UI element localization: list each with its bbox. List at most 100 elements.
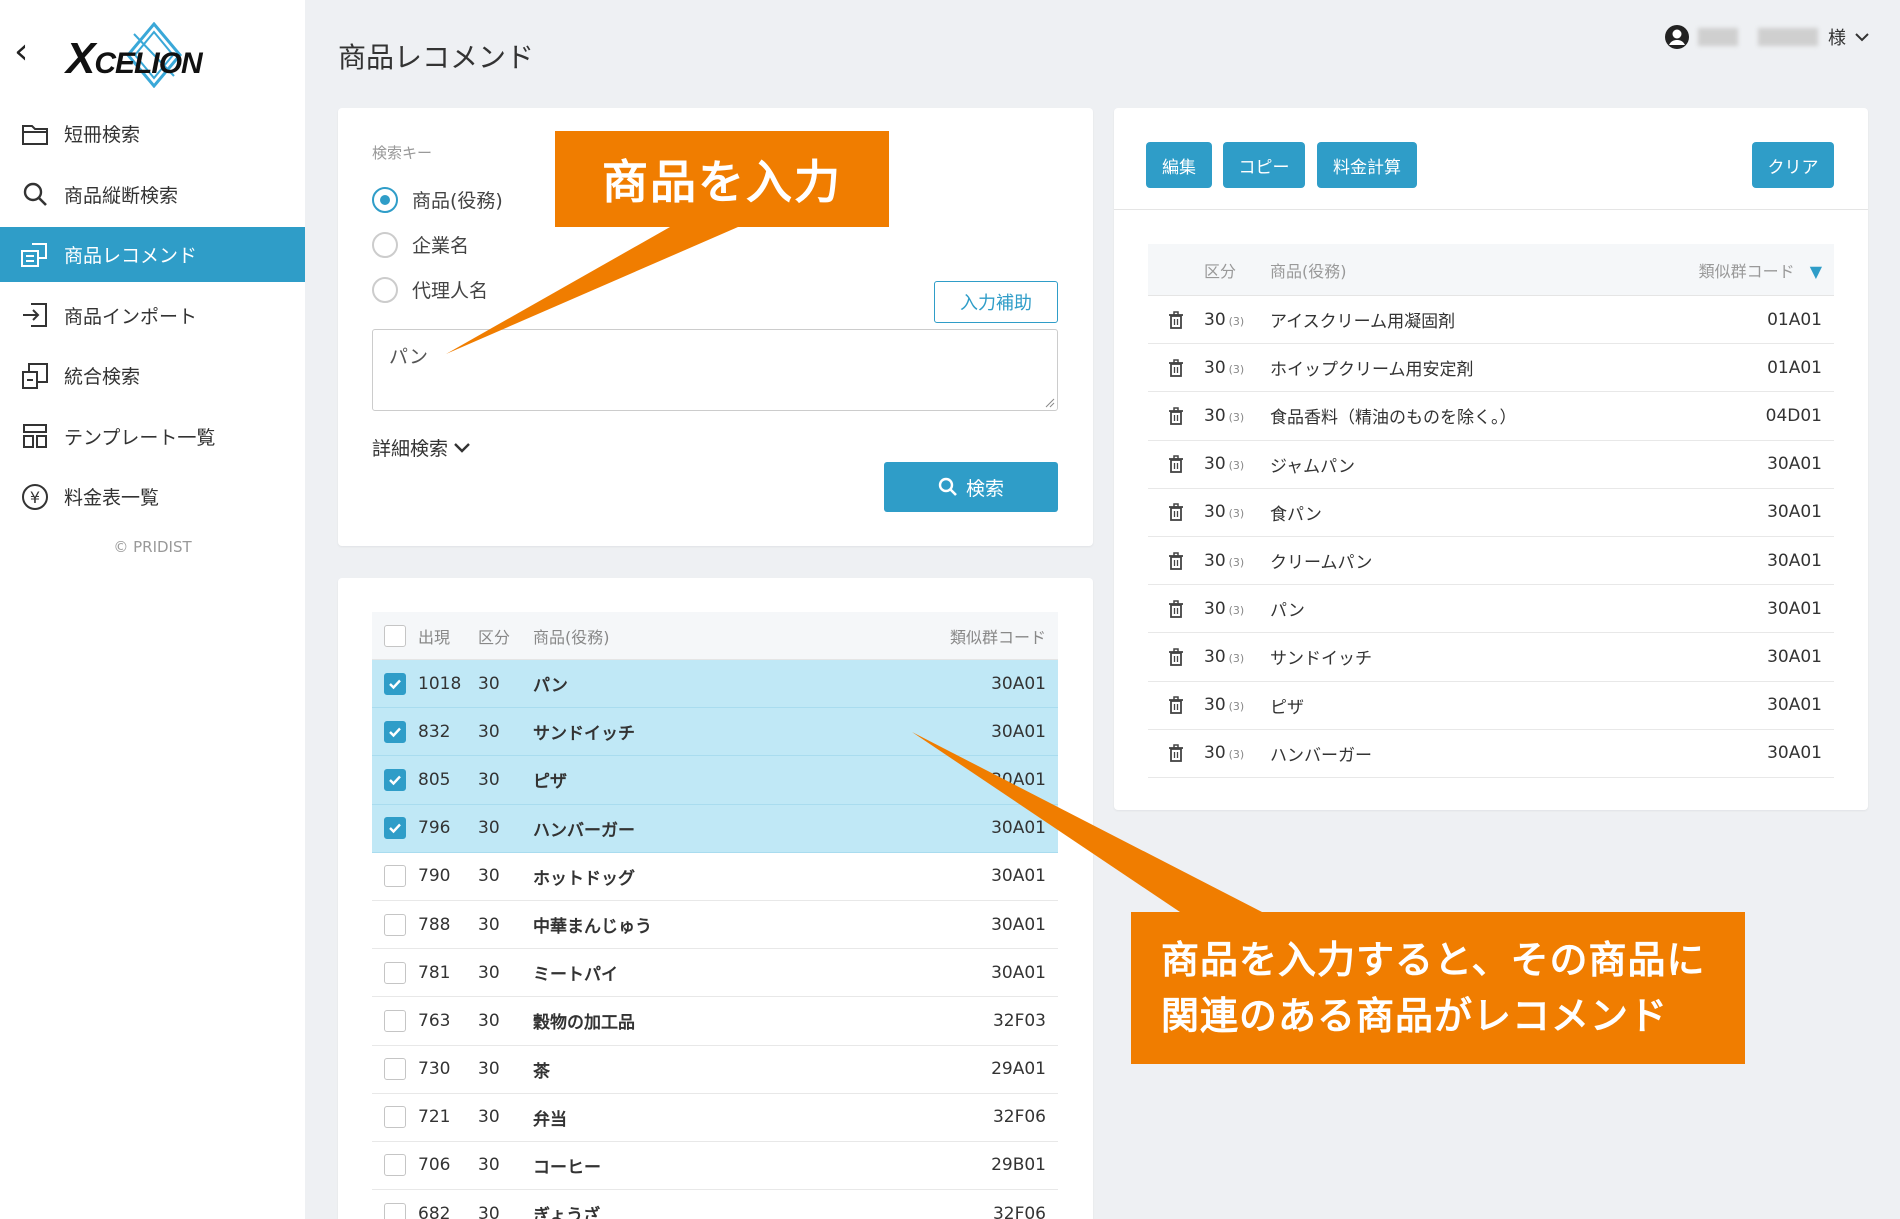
- row-checkbox[interactable]: [384, 1154, 406, 1177]
- row-kubun: 30 (3): [1204, 358, 1270, 378]
- callout-recommend-explanation: 商品を入力すると、その商品に 関連のある商品がレコメンド: [1131, 912, 1745, 1064]
- row-checkbox[interactable]: [384, 1202, 406, 1219]
- header-code: 類似群コード: [1698, 261, 1795, 281]
- row-kubun: 30: [478, 1010, 500, 1031]
- radio-company[interactable]: 企業名: [372, 231, 469, 258]
- sidebar-item-label: 商品レコメンド: [64, 245, 198, 267]
- header-code-sort[interactable]: 類似群コード ▼: [1674, 258, 1834, 282]
- search-input[interactable]: パン: [372, 329, 1058, 411]
- row-name: ピザ: [1270, 697, 1304, 718]
- row-code: 04D01: [1765, 405, 1822, 426]
- checkmark-icon: [389, 775, 401, 786]
- user-name-redacted: [1698, 28, 1738, 46]
- row-checkbox[interactable]: [384, 913, 406, 936]
- row-kubun-sub: (3): [1228, 555, 1245, 569]
- row-name: 食パン: [1270, 504, 1322, 525]
- xcelion-logo[interactable]: XCELION: [62, 22, 242, 88]
- table-row[interactable]: 730 30 茶 29A01: [372, 1046, 1058, 1094]
- table-row[interactable]: 832 30 サンドイッチ 30A01: [372, 708, 1058, 757]
- delete-row-button[interactable]: [1148, 407, 1204, 425]
- trash-icon: [1169, 744, 1183, 763]
- table-row[interactable]: 796 30 ハンバーガー 30A01: [372, 804, 1058, 853]
- row-checkbox[interactable]: [384, 1058, 406, 1081]
- table-row[interactable]: 805 30 ピザ 30A01: [372, 756, 1058, 805]
- row-code: 30A01: [991, 673, 1046, 694]
- callout-line: 商品を入力すると、その商品に: [1161, 938, 1706, 982]
- table-row[interactable]: 682 30 ぎょうざ 32F06: [372, 1190, 1058, 1219]
- row-code: 29B01: [991, 1155, 1046, 1176]
- clear-button[interactable]: クリア: [1752, 142, 1834, 188]
- sidebar-item-price-list[interactable]: ¥ 料金表一覧: [0, 469, 305, 524]
- user-menu[interactable]: 様: [1664, 24, 1870, 50]
- row-checkbox[interactable]: [384, 961, 406, 984]
- edit-button[interactable]: 編集: [1146, 142, 1212, 188]
- table-row[interactable]: 788 30 中華まんじゅう 30A01: [372, 901, 1058, 950]
- row-kubun: 30 (3): [1204, 743, 1270, 763]
- row-kubun: 30: [478, 962, 500, 983]
- sidebar-item-integrated-search[interactable]: 統合検索: [0, 348, 305, 403]
- delete-row-button[interactable]: [1148, 744, 1204, 763]
- sidebar-item-templates[interactable]: テンプレート一覧: [0, 409, 305, 464]
- table-row[interactable]: 1018 30 パン 30A01: [372, 660, 1058, 709]
- header-code: 類似群コード: [949, 627, 1046, 647]
- radio-agent[interactable]: 代理人名: [372, 276, 488, 303]
- detail-search-label: 詳細検索: [372, 438, 449, 460]
- table-row[interactable]: 790 30 ホットドッグ 30A01: [372, 853, 1058, 901]
- row-checkbox[interactable]: [384, 720, 406, 743]
- results-table-header: 出現 区分 商品(役務) 類似群コード: [372, 612, 1058, 660]
- row-kubun: 30: [478, 769, 500, 790]
- sidebar-item-import[interactable]: 商品インポート: [0, 288, 305, 343]
- callout-line: 関連のある商品がレコメンド: [1161, 994, 1669, 1038]
- row-code: 30A01: [1767, 454, 1822, 475]
- delete-row-button[interactable]: [1148, 696, 1204, 714]
- back-chevron-icon[interactable]: ‹: [14, 32, 44, 72]
- sidebar-item-cross-search[interactable]: 商品縦断検索: [0, 167, 305, 222]
- row-checkbox[interactable]: [384, 672, 406, 695]
- row-checkbox[interactable]: [384, 817, 406, 840]
- delete-row-button[interactable]: [1148, 455, 1204, 474]
- table-row[interactable]: 721 30 弁当 32F06: [372, 1094, 1058, 1142]
- row-count: 788: [418, 914, 451, 935]
- row-code: 30A01: [991, 962, 1046, 983]
- trash-icon: [1169, 648, 1183, 666]
- radio-product[interactable]: 商品(役務): [372, 186, 503, 213]
- table-row[interactable]: 781 30 ミートパイ 30A01: [372, 949, 1058, 998]
- selected-row: 30 (3) アイスクリーム用凝固剤 01A01: [1148, 296, 1834, 345]
- radio-label: 代理人名: [412, 280, 489, 302]
- row-code: 30A01: [1767, 743, 1822, 764]
- sidebar-item-recommend[interactable]: 商品レコメンド: [0, 227, 305, 282]
- row-checkbox[interactable]: [384, 1106, 406, 1129]
- selected-row: 30 (3) クリームパン 30A01: [1148, 537, 1834, 586]
- row-checkbox[interactable]: [384, 1009, 406, 1032]
- row-name: パン: [533, 676, 568, 697]
- selected-row: 30 (3) ジャムパン 30A01: [1148, 441, 1834, 489]
- row-name: クリームパン: [1270, 553, 1373, 574]
- delete-row-button[interactable]: [1148, 359, 1204, 377]
- detail-search-toggle[interactable]: 詳細検索: [372, 434, 472, 461]
- row-name: 食品香料（精油のものを除く。）: [1270, 408, 1517, 429]
- sidebar: ‹ XCELION 短冊検索 商品縦断検索 商品レコメンド 商品インポート 統合…: [0, 0, 305, 1219]
- table-row[interactable]: 763 30 穀物の加工品 32F03: [372, 997, 1058, 1046]
- row-checkbox[interactable]: [384, 865, 406, 888]
- delete-row-button[interactable]: [1148, 648, 1204, 666]
- trash-icon: [1169, 503, 1183, 522]
- row-name: ぎょうざ: [533, 1206, 601, 1219]
- input-assist-button[interactable]: 入力補助: [934, 281, 1058, 323]
- delete-row-button[interactable]: [1148, 599, 1204, 618]
- sidebar-item-tanzaku-search[interactable]: 短冊検索: [0, 106, 305, 161]
- resize-grip-icon[interactable]: [1043, 396, 1055, 408]
- row-name: パン: [1270, 601, 1305, 622]
- table-row[interactable]: 706 30 コーヒー 29B01: [372, 1142, 1058, 1191]
- delete-row-button[interactable]: [1148, 551, 1204, 570]
- row-checkbox[interactable]: [384, 768, 406, 791]
- copy-button[interactable]: コピー: [1223, 142, 1305, 188]
- delete-row-button[interactable]: [1148, 503, 1204, 522]
- row-count: 763: [418, 1010, 451, 1031]
- delete-row-button[interactable]: [1148, 310, 1204, 329]
- select-all-checkbox[interactable]: [384, 624, 406, 647]
- search-button[interactable]: 検索: [884, 462, 1058, 512]
- row-kubun: 30: [478, 914, 500, 935]
- radio-unchecked-icon: [372, 276, 398, 303]
- selected-row: 30 (3) パン 30A01: [1148, 585, 1834, 634]
- price-calc-button[interactable]: 料金計算: [1317, 142, 1417, 188]
